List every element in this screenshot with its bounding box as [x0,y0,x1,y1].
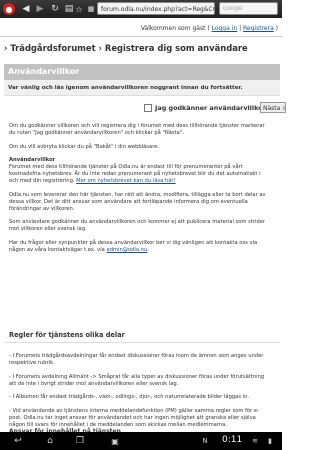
terms-body: Om du godkänner villkoren och vill regis… [9,123,271,260]
paragraph-changes: Odla.nu som levererar den här tjänsten, … [9,191,266,212]
rule-item: - I Forumets avdelning Allmänt -> Småpra… [9,373,265,387]
wifi-icon: ≋ [252,437,258,445]
rules-list: - I Forumets trädgårdsavdelningar får en… [9,353,271,435]
system-back-icon[interactable]: ↩ [10,435,26,447]
rules-section: - I Forumets trädgårdsavdelningar får en… [4,342,280,439]
welcome-suffix: ) [273,25,278,32]
register-link[interactable]: Registrera [243,25,274,32]
admin-email-link[interactable]: admin@odla.nu [107,247,148,253]
screenshot-icon[interactable]: ▣ [108,435,122,447]
back-arrow-icon[interactable]: ◀ [20,3,32,15]
paragraph-approval: Som användare godkänner du användarvillk… [9,219,266,232]
search-input[interactable] [219,2,278,15]
tabs-icon[interactable]: ▦ [86,3,96,15]
agree-row: Jag godkänner användarvillkoren Nästa > [4,101,286,115]
star-icon[interactable]: ☆ [74,3,84,15]
browser-logo-icon[interactable]: ● [3,3,15,15]
newsletter-link[interactable]: Mer om nyhetsbrevet kan du läsa här! [76,178,175,184]
url-bar[interactable]: forum.odla.nu/index.php?act=Reg&CODE= [97,2,215,15]
paragraph-cancel: Om du vill avbryta klickar du på "Bakåt"… [9,143,160,150]
breadcrumb[interactable]: › Trädgårdsforumet › Registrera dig som … [4,41,279,55]
read-notice: Var vänlig och läs igenom användarvillko… [4,80,280,96]
panel-title: Användarvillkor [4,64,280,80]
paragraph-contact: Har du frågor eller synpunkter på dessa … [9,240,271,254]
rule-item: - I Albumen får endast trädgårds-, växt-… [9,394,250,400]
welcome-bar: Välkommen som gäst ( Logga in | Registre… [0,21,282,37]
terms-subheading: Användarvillkor [9,157,56,163]
browser-toolbar: ● ◀ ▶ ↻ ▤ ☆ ▦ forum.odla.nu/index.php?ac… [0,0,282,18]
contact-end: . [147,246,149,253]
status-clock: 0:11 [222,435,243,445]
agree-checkbox-label[interactable]: Jag godkänner användarvillkoren [155,101,275,115]
system-nav-bar: ↩ ⌂ ❐ ▣ N 0:11 ≋ ▮ [0,432,282,450]
login-link[interactable]: Logga in [212,25,238,32]
bookmark-icon[interactable]: ▤ [64,3,74,15]
agree-checkbox[interactable] [144,104,152,112]
forward-arrow-icon[interactable]: ▶ [34,3,46,15]
rule-item: - I Forumets trädgårdsavdelningar får en… [9,353,264,366]
reload-icon[interactable]: ↻ [49,3,61,15]
rule-item: - Vid användande av tjänstens interna me… [9,407,259,428]
recent-apps-icon[interactable]: ❐ [72,435,88,447]
notification-icon[interactable]: N [200,435,210,447]
battery-icon: ▮ [268,437,272,445]
welcome-prefix: Välkommen som gäst ( [140,25,212,32]
paragraph-newsletter: Forumet med dess tillhörande tjänster på… [9,164,271,185]
system-home-icon[interactable]: ⌂ [42,435,58,447]
paragraph-accept: Om du godkänner villkoren och vill regis… [9,123,265,136]
rules-heading: Regler för tjänstens olika delar [9,331,125,339]
next-button[interactable]: Nästa > [260,102,286,113]
